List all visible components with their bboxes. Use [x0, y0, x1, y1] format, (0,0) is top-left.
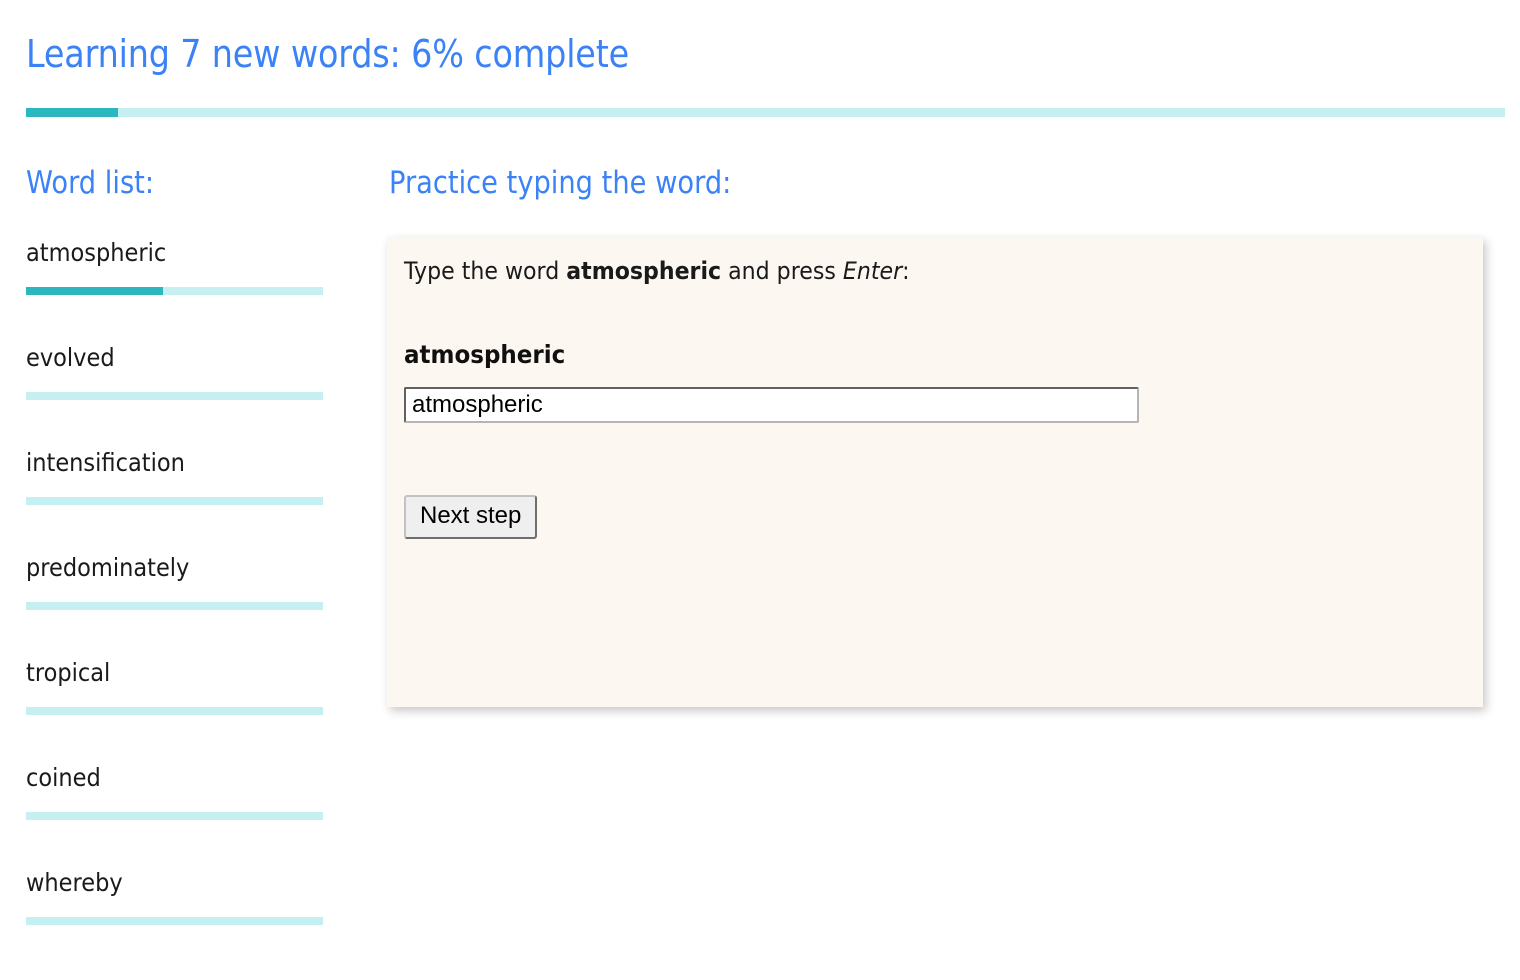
- word-progress-bar: [26, 602, 323, 610]
- word-progress-bar: [26, 707, 323, 715]
- practice-heading: Practice typing the word:: [389, 165, 732, 201]
- prompt-enter-key: Enter: [842, 257, 903, 285]
- word-list-item-label: evolved: [26, 343, 115, 372]
- word-list-item[interactable]: coined: [26, 757, 323, 862]
- word-list-item-label: atmospheric: [26, 238, 167, 267]
- practice-panel: Type the word atmospheric and press Ente…: [387, 237, 1483, 707]
- word-list-item[interactable]: whereby: [26, 862, 323, 967]
- word-progress-fill: [26, 287, 163, 295]
- word-progress-bar: [26, 812, 323, 820]
- word-list: atmospheric evolved intensification predomi…: [26, 232, 323, 967]
- typing-input[interactable]: [404, 387, 1139, 423]
- word-list-item[interactable]: predominately: [26, 547, 323, 652]
- word-list-item-label: predominately: [26, 553, 190, 582]
- word-progress-bar: [26, 497, 323, 505]
- typing-prompt: Type the word atmospheric and press Ente…: [404, 257, 910, 285]
- prompt-target-word: atmospheric: [566, 257, 722, 285]
- word-progress-bar: [26, 287, 323, 295]
- word-list-item[interactable]: tropical: [26, 652, 323, 757]
- word-list-heading: Word list:: [26, 165, 155, 201]
- word-list-item-label: whereby: [26, 868, 123, 897]
- prompt-middle: and press: [721, 257, 843, 285]
- prompt-prefix: Type the word: [404, 257, 567, 285]
- prompt-suffix: :: [902, 257, 910, 285]
- target-word-display: atmospheric: [404, 340, 566, 369]
- overall-progress-fill: [26, 108, 118, 117]
- overall-progress-bar: [26, 108, 1505, 117]
- word-list-item-label: tropical: [26, 658, 111, 687]
- word-list-item[interactable]: intensification: [26, 442, 323, 547]
- word-progress-bar: [26, 917, 323, 925]
- word-progress-bar: [26, 392, 323, 400]
- page-title: Learning 7 new words: 6% complete: [26, 32, 630, 76]
- next-step-button[interactable]: Next step: [404, 495, 538, 539]
- word-list-item[interactable]: atmospheric: [26, 232, 323, 337]
- word-list-item-label: intensification: [26, 448, 185, 477]
- learning-app-window: Learning 7 new words: 6% complete Word l…: [0, 0, 1520, 980]
- word-list-item-label: coined: [26, 763, 101, 792]
- word-list-item[interactable]: evolved: [26, 337, 323, 442]
